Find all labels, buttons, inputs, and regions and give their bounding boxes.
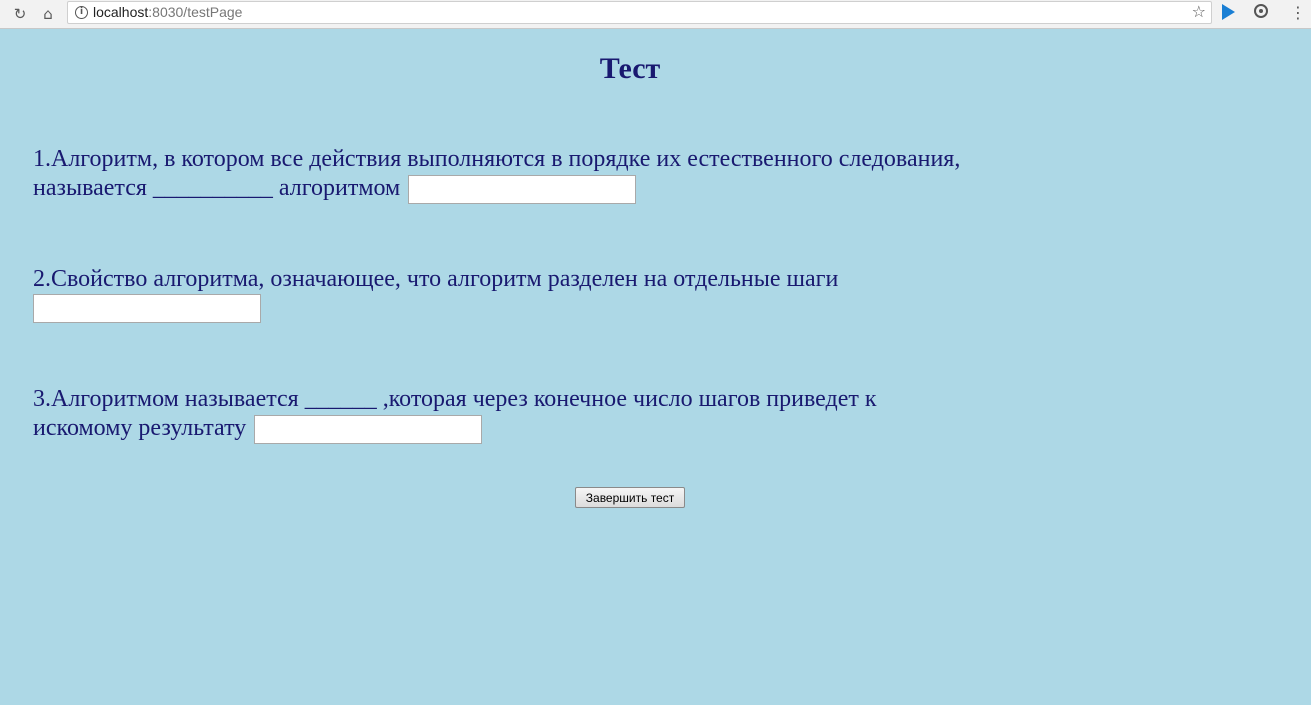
question-1-text-line1: 1.Алгоритм, в котором все действия выпол… [33,146,961,172]
menu-icon[interactable]: ⋮ [1290,3,1306,23]
play-icon[interactable] [1222,4,1235,20]
question-2-text: 2.Свойство алгоритма, означающее, что ал… [33,266,839,292]
finish-test-button[interactable]: Завершить тест [575,487,685,508]
question-2: 2.Свойство алгоритма, означающее, что ал… [33,265,993,323]
question-3-text-line1: 3.Алгоритмом называется ______ ,которая … [33,386,877,412]
address-bar[interactable]: i localhost:8030/testPage ☆ [67,1,1212,24]
question-1: 1.Алгоритм, в котором все действия выпол… [33,145,993,204]
url-text[interactable]: localhost:8030/testPage [93,4,242,20]
home-icon[interactable]: ⌂ [37,3,59,25]
star-icon[interactable]: ☆ [1192,2,1206,21]
browser-toolbar: ↻ ⌂ i localhost:8030/testPage ☆ ⋮ [0,0,1311,29]
question-1-text-line2: называется __________ алгоритмом [33,175,401,201]
question-2-answer-input[interactable] [33,294,261,323]
question-1-answer-input[interactable] [408,174,637,204]
question-3: 3.Алгоритмом называется ______ ,которая … [33,385,993,444]
reload-icon[interactable]: ↻ [9,3,31,25]
sync-icon[interactable] [1254,4,1268,18]
url-path: :8030/testPage [148,4,243,20]
question-3-answer-input[interactable] [254,414,483,444]
info-icon[interactable]: i [75,6,88,19]
page-title: Тест [599,52,661,85]
question-3-text-line2: искомому результату [33,415,247,441]
url-host: localhost [93,4,149,20]
